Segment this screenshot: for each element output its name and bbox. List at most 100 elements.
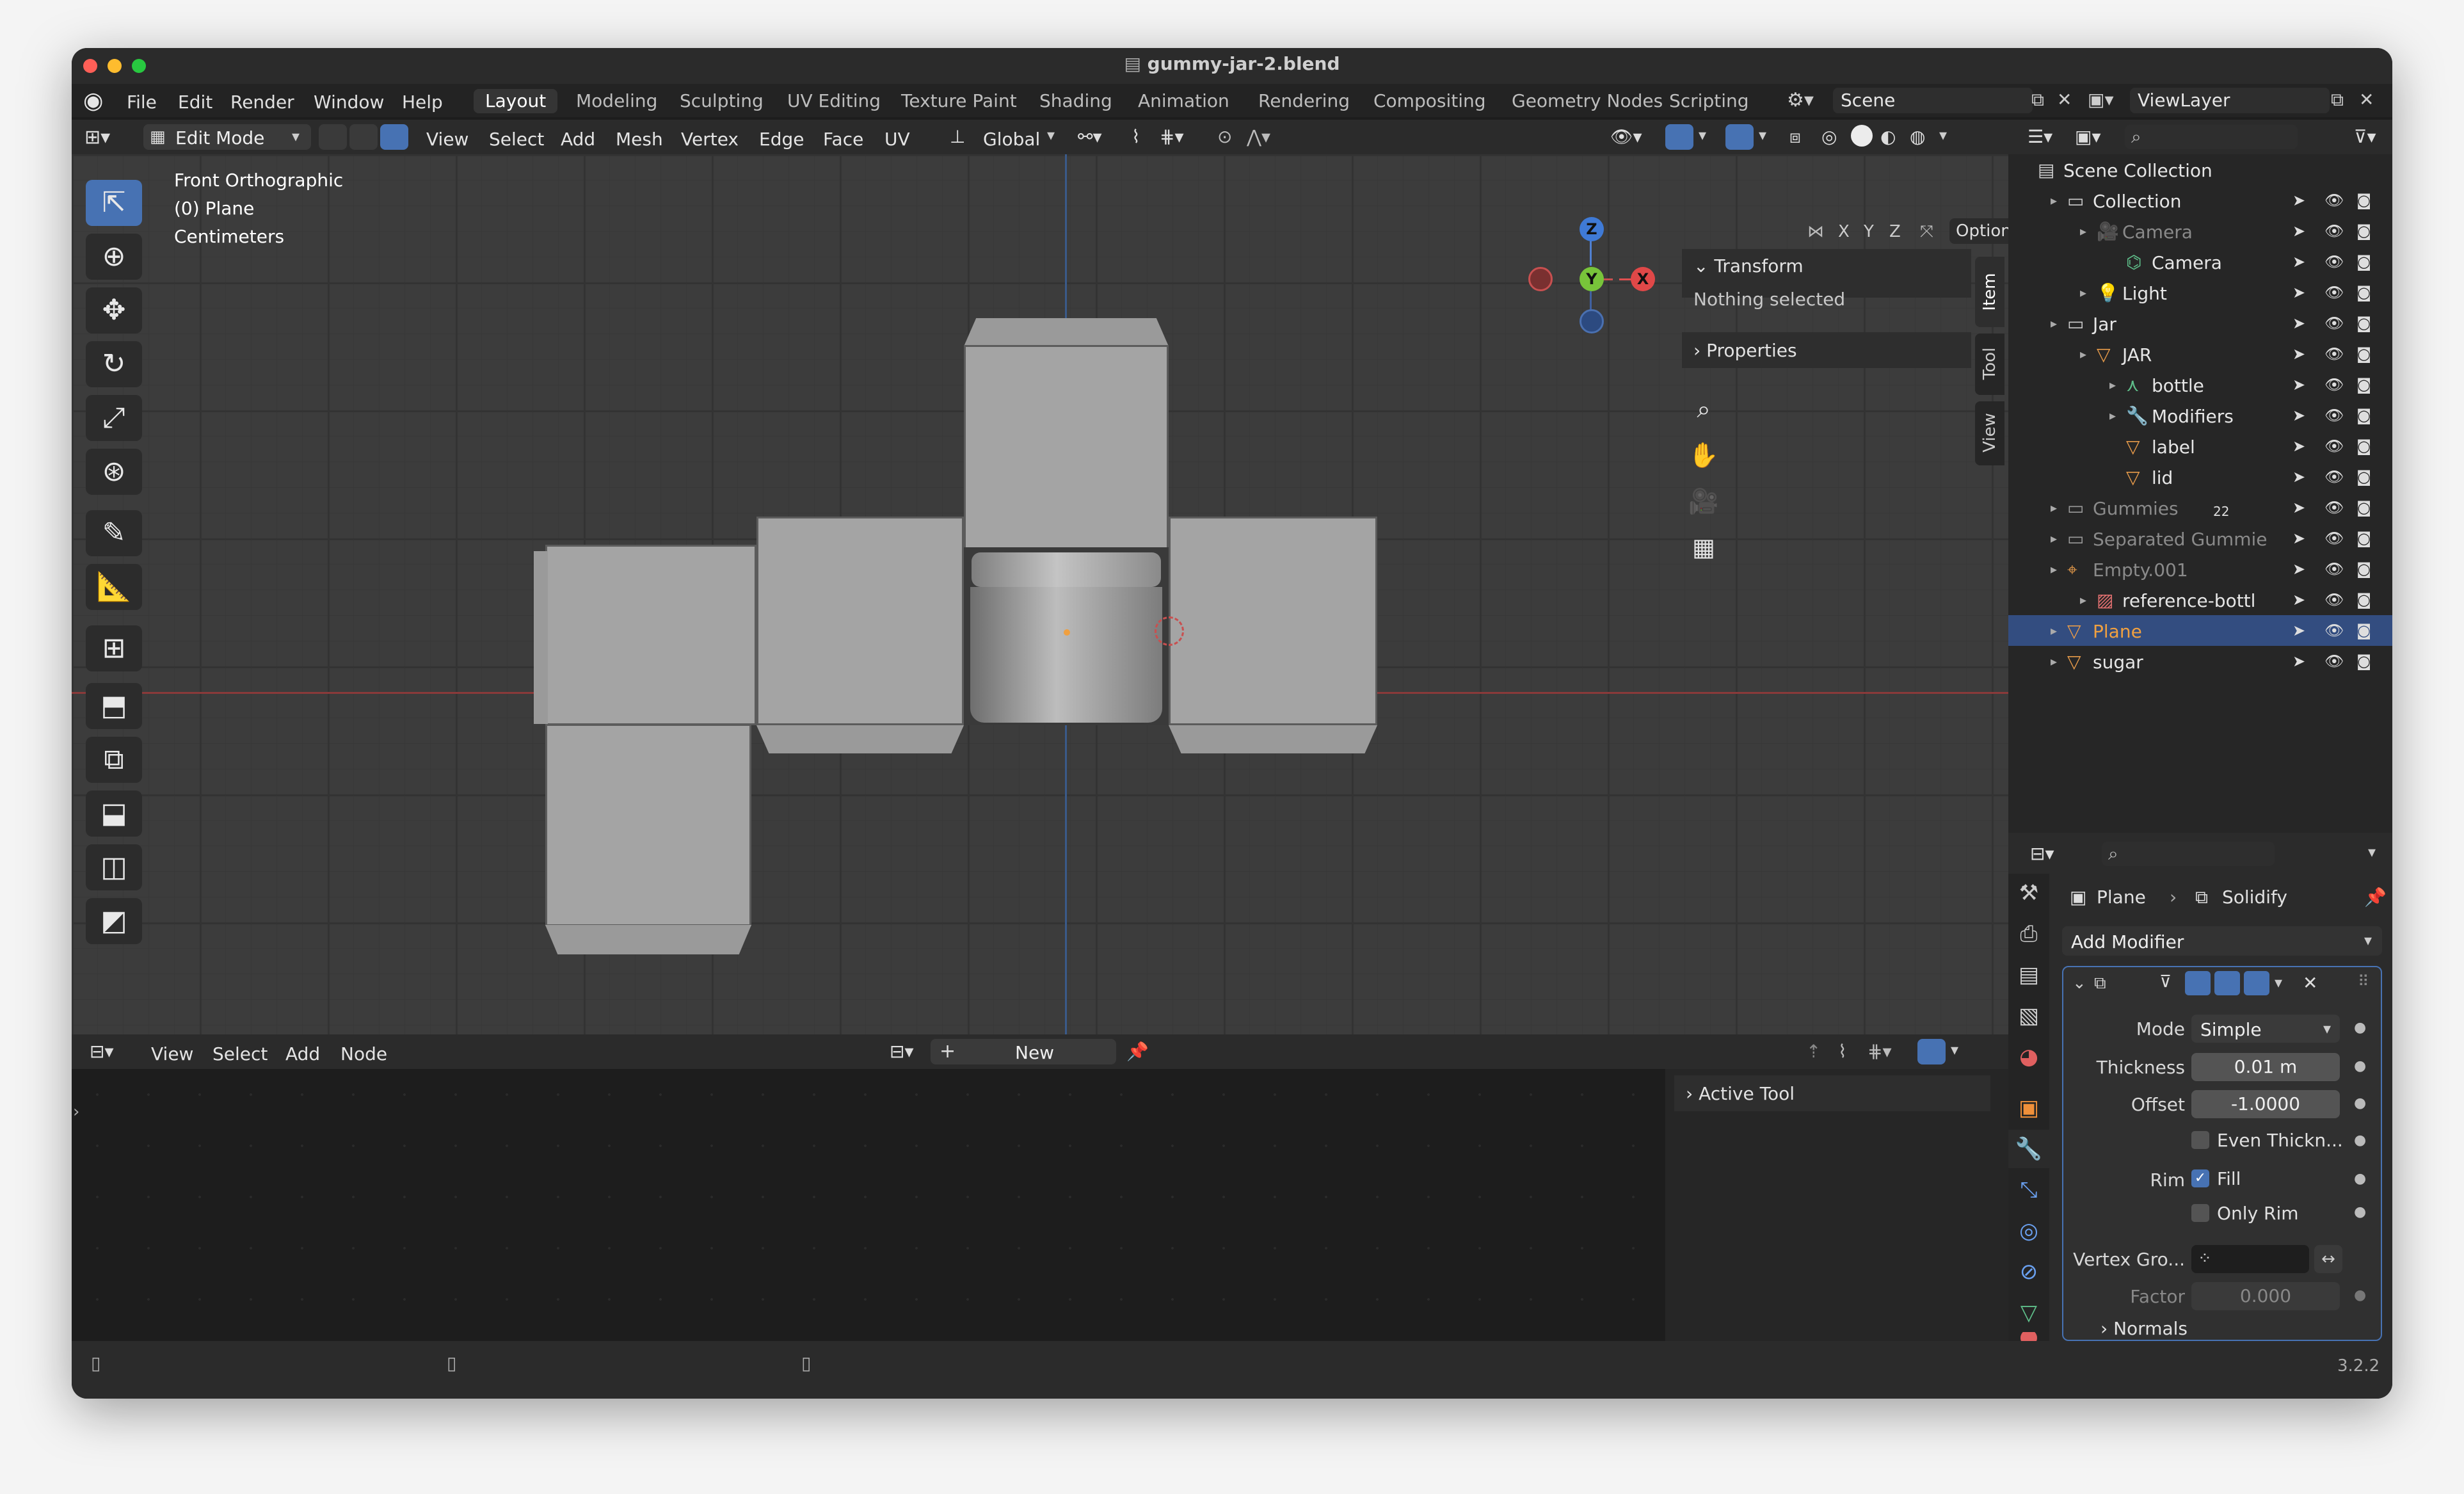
even-thickness-checkbox[interactable] bbox=[2191, 1131, 2209, 1149]
edge-select-button[interactable] bbox=[349, 124, 378, 150]
move-tool[interactable]: ✥ bbox=[86, 287, 142, 333]
hide-toggle-icon[interactable]: 👁 bbox=[2324, 406, 2344, 424]
menu-mesh[interactable]: Mesh bbox=[616, 129, 663, 150]
outliner-row[interactable]: ▸ ▭ Separated Gummie ➤ 👁 ◙ bbox=[2008, 523, 2392, 554]
node-snap-icon[interactable]: ⌇ bbox=[1838, 1041, 1847, 1062]
outliner-row[interactable]: ▸ ▭ Collection ➤ 👁 ◙ bbox=[2008, 185, 2392, 216]
zoom-view-button[interactable]: ⌕ bbox=[1684, 390, 1723, 428]
outliner-row[interactable]: ▸ ⌖ Empty.001 ➤ 👁 ◙ bbox=[2008, 554, 2392, 584]
expand-arrow-icon[interactable]: ▸ bbox=[2051, 654, 2057, 669]
wireframe-shading-icon[interactable]: ◎ bbox=[1821, 126, 1837, 147]
tab-view[interactable]: View bbox=[1975, 401, 2004, 465]
measure-tool[interactable]: 📐 bbox=[86, 564, 142, 610]
hide-toggle-icon[interactable]: 👁 bbox=[2324, 284, 2344, 301]
render-toggle-icon[interactable]: ◙ bbox=[2356, 253, 2371, 271]
hide-toggle-icon[interactable]: 👁 bbox=[2324, 468, 2344, 486]
select-toggle-icon[interactable]: ➤ bbox=[2292, 529, 2305, 547]
select-toggle-icon[interactable]: ➤ bbox=[2292, 591, 2305, 609]
tab-modeling[interactable]: Modeling bbox=[564, 89, 669, 113]
outliner-row[interactable]: ▸ 🎥 Camera ➤ 👁 ◙ bbox=[2008, 216, 2392, 246]
snap-target-icon[interactable]: ⋕▾ bbox=[1160, 126, 1184, 147]
render-tab-icon[interactable]: ⎙ bbox=[2008, 915, 2049, 953]
face-select-button[interactable] bbox=[380, 124, 408, 150]
particles-tab-icon[interactable]: ⤡ bbox=[2008, 1171, 2049, 1209]
gizmo-z-axis[interactable]: Z bbox=[1580, 217, 1604, 241]
node-tree-type-icon[interactable]: ⊟▾ bbox=[890, 1041, 914, 1062]
outliner-row[interactable]: ▸ 🔧 Modifiers ➤ 👁 ◙ bbox=[2008, 400, 2392, 431]
select-toggle-icon[interactable]: ➤ bbox=[2292, 314, 2305, 332]
camera-view-button[interactable]: 🎥 bbox=[1684, 482, 1723, 520]
output-tab-icon[interactable]: ▤ bbox=[2008, 956, 2049, 994]
gizmo-neg-x-axis[interactable] bbox=[1528, 267, 1553, 291]
hide-toggle-icon[interactable]: 👁 bbox=[2324, 622, 2344, 639]
select-toggle-icon[interactable]: ➤ bbox=[2292, 406, 2305, 424]
expand-arrow-icon[interactable]: ▸ bbox=[2051, 193, 2057, 208]
tab-texture-paint[interactable]: Texture Paint bbox=[890, 89, 1028, 113]
hide-toggle-icon[interactable]: 👁 bbox=[2324, 529, 2344, 547]
bevel-tool[interactable]: ⬓ bbox=[86, 791, 142, 837]
xray-icon[interactable]: ⧈ bbox=[1789, 126, 1801, 148]
cursor-tool[interactable]: ⊕ bbox=[86, 234, 142, 280]
render-toggle-icon[interactable]: ◙ bbox=[2356, 284, 2371, 301]
data-tab-icon[interactable]: ▽ bbox=[2008, 1294, 2049, 1332]
animate-offset-dot[interactable]: ● bbox=[2354, 1095, 2366, 1111]
tab-rendering[interactable]: Rendering bbox=[1247, 89, 1361, 113]
mirror-z-toggle[interactable]: Z bbox=[1889, 222, 1901, 241]
menu-vertex[interactable]: Vertex bbox=[681, 129, 739, 150]
render-toggle-icon[interactable]: ◙ bbox=[2356, 345, 2371, 363]
render-toggle-icon[interactable]: ◙ bbox=[2356, 560, 2371, 578]
menu-window[interactable]: Window bbox=[314, 92, 384, 113]
view-layer-tab-icon[interactable]: ▧ bbox=[2008, 997, 2049, 1035]
render-toggle-icon[interactable]: ◙ bbox=[2356, 622, 2371, 639]
invert-vertex-group-icon[interactable]: ↔ bbox=[2314, 1245, 2342, 1273]
node-menu-node[interactable]: Node bbox=[340, 1043, 387, 1064]
outliner-editor-type-icon[interactable]: ☰▾ bbox=[2028, 126, 2052, 147]
properties-options-chevron-icon[interactable]: ▾ bbox=[2368, 843, 2376, 861]
render-toggle-icon[interactable]: ◙ bbox=[2356, 591, 2371, 609]
select-toggle-icon[interactable]: ➤ bbox=[2292, 345, 2305, 363]
annotate-tool[interactable]: ✎ bbox=[86, 510, 142, 556]
material-tab-icon[interactable]: ● bbox=[2008, 1332, 2049, 1341]
knife-tool[interactable]: ◩ bbox=[86, 898, 142, 944]
render-toggle-icon[interactable]: ◙ bbox=[2356, 314, 2371, 332]
outliner-row[interactable]: ▸ ▽ Plane ➤ 👁 ◙ bbox=[2008, 615, 2392, 646]
expand-arrow-icon[interactable]: ▸ bbox=[2051, 316, 2057, 331]
hide-toggle-icon[interactable]: 👁 bbox=[2324, 376, 2344, 394]
drag-handle-icon[interactable]: ⠿ bbox=[2358, 972, 2369, 990]
display-mode-icon[interactable]: ▣▾ bbox=[2075, 126, 2101, 147]
normals-subpanel[interactable]: › Normals bbox=[2100, 1318, 2188, 1339]
render-toggle-icon[interactable]: ◙ bbox=[2356, 437, 2371, 455]
orientation-chevron-icon[interactable]: ▾ bbox=[1047, 126, 1055, 144]
transform-orientation[interactable]: Global bbox=[983, 129, 1040, 150]
expand-arrow-icon[interactable]: ▸ bbox=[2109, 377, 2116, 392]
render-toggle-icon[interactable]: ◙ bbox=[2356, 468, 2371, 486]
offset-field[interactable]: -1.0000 bbox=[2191, 1090, 2340, 1118]
hide-toggle-icon[interactable]: 👁 bbox=[2324, 560, 2344, 578]
render-toggle-icon[interactable]: ◙ bbox=[2356, 191, 2371, 209]
hide-toggle-icon[interactable]: 👁 bbox=[2324, 314, 2344, 332]
outliner-row[interactable]: ▸ ▽ sugar ➤ 👁 ◙ bbox=[2008, 646, 2392, 677]
scale-tool[interactable]: ⤢ bbox=[86, 395, 142, 441]
rendered-shading-icon[interactable]: ◍ bbox=[1910, 126, 1925, 147]
outliner-row[interactable]: ⌬ Camera ➤ 👁 ◙ bbox=[2008, 246, 2392, 277]
fill-checkbox[interactable]: ✓ bbox=[2191, 1169, 2209, 1187]
select-toggle-icon[interactable]: ➤ bbox=[2292, 284, 2305, 301]
expand-arrow-icon[interactable]: ▸ bbox=[2051, 623, 2057, 638]
hide-toggle-icon[interactable]: 👁 bbox=[2324, 191, 2344, 209]
rotate-tool[interactable]: ↻ bbox=[86, 341, 142, 387]
node-editor-canvas[interactable]: › bbox=[72, 1069, 1665, 1341]
outliner-row[interactable]: ▽ label ➤ 👁 ◙ bbox=[2008, 431, 2392, 462]
outliner-row[interactable]: ▸ ▽ JAR ➤ 👁 ◙ bbox=[2008, 339, 2392, 369]
render-toggle-icon[interactable]: ◙ bbox=[2356, 376, 2371, 394]
select-box-tool[interactable]: ⇱ bbox=[86, 180, 142, 226]
outliner-row[interactable]: ▸ ▭ Gummies 22 ➤ 👁 ◙ bbox=[2008, 492, 2392, 523]
material-shading-icon[interactable]: ◐ bbox=[1880, 126, 1896, 147]
gizmo-x-axis[interactable]: X bbox=[1631, 267, 1655, 291]
tab-tool[interactable]: Tool bbox=[1975, 333, 2004, 395]
editor-type-icon[interactable]: ⊞▾ bbox=[84, 126, 110, 149]
render-toggle-icon[interactable]: ◙ bbox=[2356, 406, 2371, 424]
node-menu-select[interactable]: Select bbox=[212, 1043, 268, 1064]
properties-search-input[interactable]: ⌕ bbox=[2102, 842, 2275, 866]
tab-compositing[interactable]: Compositing bbox=[1362, 89, 1498, 113]
select-toggle-icon[interactable]: ➤ bbox=[2292, 499, 2305, 517]
